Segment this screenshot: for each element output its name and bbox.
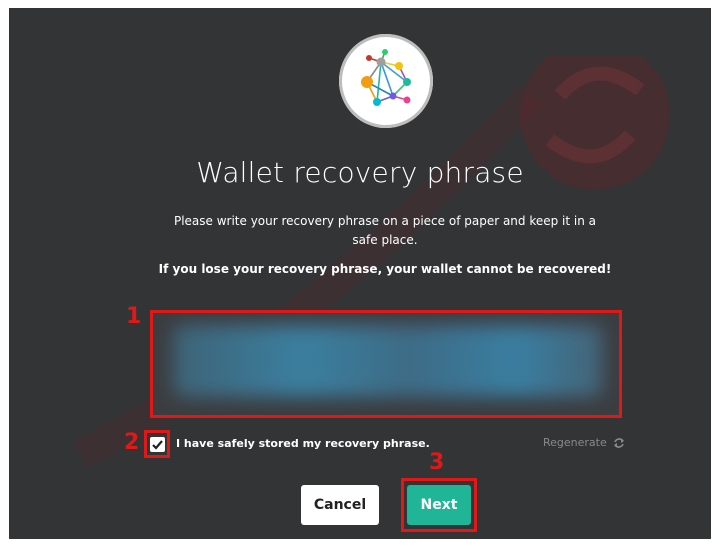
cancel-button[interactable]: Cancel	[301, 485, 379, 525]
callout-1: 1	[126, 304, 142, 329]
stored-checkbox-label[interactable]: I have safely stored my recovery phrase.	[176, 437, 430, 450]
checkmark-icon	[152, 440, 163, 450]
callout-3: 3	[429, 450, 445, 475]
recovery-phrase-box[interactable]	[150, 310, 622, 418]
blurred-recovery-phrase	[173, 325, 603, 397]
callout-2: 2	[124, 430, 140, 455]
regenerate-label: Regenerate	[543, 436, 607, 449]
regenerate-link[interactable]: Regenerate	[543, 436, 625, 449]
stored-checkbox[interactable]	[150, 437, 165, 452]
dialog-title: Wallet recovery phrase	[196, 156, 524, 189]
warning-text: If you lose your recovery phrase, your w…	[158, 262, 612, 276]
next-button[interactable]: Next	[407, 485, 471, 525]
app-logo	[339, 34, 433, 128]
refresh-icon	[613, 437, 624, 448]
network-graph-logo-icon	[361, 49, 411, 106]
stored-checkbox-highlight	[144, 430, 170, 458]
next-button-highlight: Next	[401, 478, 477, 532]
instruction-text: Please write your recovery phrase on a p…	[173, 214, 597, 247]
